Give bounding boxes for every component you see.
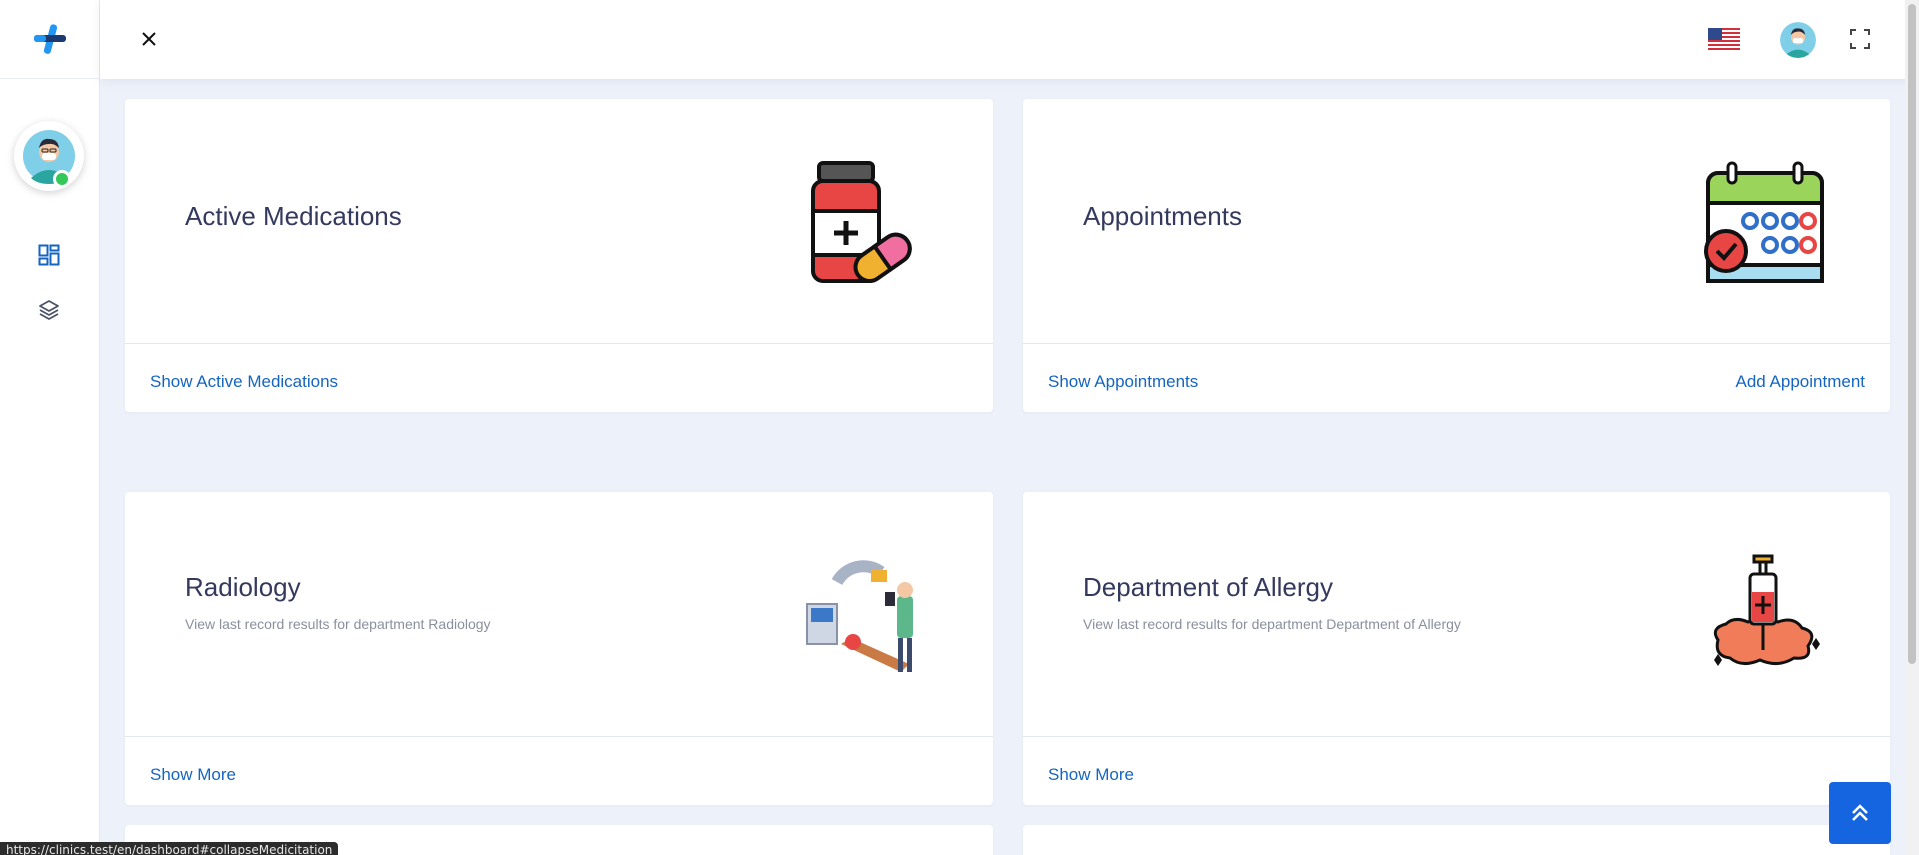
card-body: Department of Allergy View last record r… <box>1023 492 1890 737</box>
calendar-icon <box>1698 159 1828 289</box>
sidebar <box>0 0 100 855</box>
page-scrollbar[interactable] <box>1905 0 1919 855</box>
logo-cross-icon <box>33 24 66 54</box>
card-title: Radiology <box>185 572 301 602</box>
appointments-card: Appointments Show Appointments Add Appoi… <box>1023 99 1890 412</box>
user-avatar[interactable] <box>14 121 84 191</box>
active-medications-card: Active Medications Show Active Medicatio… <box>125 99 993 412</box>
partial-card <box>1023 825 1890 855</box>
doctor-avatar-icon <box>1780 22 1816 58</box>
card-body: Appointments <box>1023 99 1890 344</box>
top-header <box>100 0 1919 79</box>
close-icon[interactable] <box>136 26 162 52</box>
show-more-link[interactable]: Show More <box>150 765 236 785</box>
medicine-bottle-icon <box>801 159 931 289</box>
allergy-syringe-icon <box>1698 552 1828 682</box>
allergy-card: Department of Allergy View last record r… <box>1023 492 1890 805</box>
status-bar-url: https://clinics.test/en/dashboard#collap… <box>0 842 339 855</box>
add-appointment-link[interactable]: Add Appointment <box>1736 372 1865 392</box>
show-more-link[interactable]: Show More <box>1048 765 1134 785</box>
card-subtitle: View last record results for department … <box>185 616 491 632</box>
card-title: Department of Allergy <box>1083 572 1334 602</box>
us-flag-icon[interactable] <box>1708 28 1740 52</box>
radiology-card: Radiology View last record results for d… <box>125 492 993 805</box>
app-logo[interactable] <box>0 0 99 79</box>
dashboard-icon[interactable] <box>36 242 62 268</box>
header-user-avatar[interactable] <box>1780 22 1816 58</box>
card-title: Active Medications <box>185 201 402 231</box>
card-body: Radiology View last record results for d… <box>125 492 993 737</box>
back-to-top-button[interactable] <box>1829 782 1891 844</box>
card-body: Active Medications <box>125 99 993 344</box>
show-active-medications-link[interactable]: Show Active Medications <box>150 372 338 392</box>
card-title: Appointments <box>1083 201 1242 231</box>
double-chevron-up-icon <box>1852 804 1868 821</box>
scrollbar-thumb[interactable] <box>1908 4 1916 664</box>
layers-icon[interactable] <box>36 297 62 323</box>
show-appointments-link[interactable]: Show Appointments <box>1048 372 1198 392</box>
card-subtitle: View last record results for department … <box>1083 616 1461 632</box>
online-status-indicator <box>53 170 71 188</box>
radiology-scanner-icon <box>801 552 931 682</box>
fullscreen-icon[interactable] <box>1847 26 1873 52</box>
